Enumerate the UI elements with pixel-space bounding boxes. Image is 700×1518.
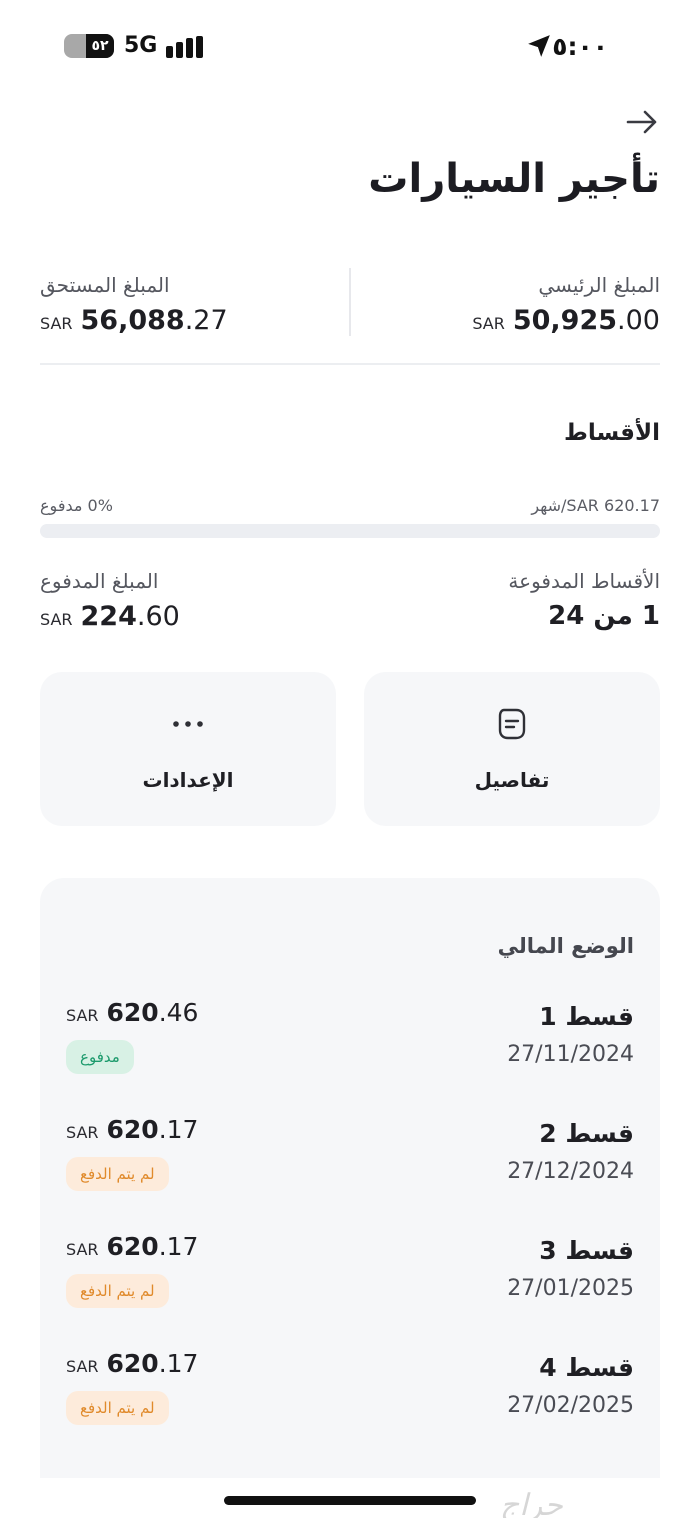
paid-installments-value: 1 من 24 xyxy=(548,601,660,631)
page-title: تأجير السيارات xyxy=(368,156,660,202)
location-arrow-icon xyxy=(528,35,550,57)
paid-installments-label: الأقساط المدفوعة xyxy=(508,569,660,593)
settings-label: الإعدادات xyxy=(142,768,234,792)
details-label: تفاصيل xyxy=(474,768,550,792)
paid-amount-label: المبلغ المدفوع xyxy=(40,569,159,593)
status-badge-unpaid: لم يتم الدفع xyxy=(66,1391,169,1425)
watermark-logo: حراج xyxy=(500,1488,563,1518)
principal-amount-label: المبلغ الرئيسي xyxy=(538,273,660,297)
currency-label: SAR xyxy=(66,1123,99,1142)
status-time: ٥:٠٠ xyxy=(552,32,608,61)
back-arrow-icon[interactable] xyxy=(624,104,660,140)
financial-status-panel: الوضع المالي قسط 1 27/11/2024 SAR 620.46 … xyxy=(40,878,660,1478)
battery-icon: ٥٢ xyxy=(64,34,114,58)
section-divider xyxy=(40,363,660,365)
settings-button[interactable]: الإعدادات xyxy=(40,672,336,826)
currency-label: SAR xyxy=(66,1240,99,1259)
status-bar: ٥٢ 5G ٥:٠٠ xyxy=(0,0,700,95)
progress-bar xyxy=(40,524,660,538)
status-badge-unpaid: لم يتم الدفع xyxy=(66,1274,169,1308)
installment-name: قسط 4 xyxy=(539,1353,634,1382)
installment-date: 27/12/2024 xyxy=(507,1159,634,1184)
currency-label: SAR xyxy=(66,1357,99,1376)
home-indicator xyxy=(224,1496,476,1505)
due-amount-label: المبلغ المستحق xyxy=(40,273,170,297)
installment-row[interactable]: قسط 4 27/02/2025 SAR 620.17 لم يتم الدفع xyxy=(40,1349,660,1463)
currency-label: SAR xyxy=(66,1006,99,1025)
installment-amount: SAR 620.17 xyxy=(66,1115,199,1144)
status-badge-paid: مدفوع xyxy=(66,1040,134,1074)
currency-label: SAR xyxy=(472,314,505,333)
installment-row[interactable]: قسط 3 27/01/2025 SAR 620.17 لم يتم الدفع xyxy=(40,1232,660,1346)
currency-label: SAR xyxy=(40,314,73,333)
installment-name: قسط 3 xyxy=(539,1236,634,1265)
installment-amount: SAR 620.17 xyxy=(66,1232,199,1261)
principal-amount-value: SAR 50,925.00 xyxy=(472,305,660,336)
status-badge-unpaid: لم يتم الدفع xyxy=(66,1157,169,1191)
amount-divider xyxy=(349,268,351,336)
installment-name: قسط 2 xyxy=(539,1119,634,1148)
battery-level: ٥٢ xyxy=(86,34,114,58)
installment-name: قسط 1 xyxy=(539,1002,634,1031)
network-type: 5G xyxy=(124,33,158,58)
installments-title: الأقساط xyxy=(564,420,660,446)
more-dots-icon xyxy=(173,721,203,727)
installment-amount: SAR 620.17 xyxy=(66,1349,199,1378)
installment-amount: SAR 620.46 xyxy=(66,998,199,1027)
installment-date: 27/01/2025 xyxy=(507,1276,634,1301)
details-button[interactable]: تفاصيل xyxy=(364,672,660,826)
currency-label: SAR xyxy=(40,610,73,629)
signal-icon xyxy=(166,36,206,58)
installment-row[interactable]: قسط 2 27/12/2024 SAR 620.17 لم يتم الدفع xyxy=(40,1115,660,1229)
paid-amount-value: SAR 224.60 xyxy=(40,601,180,632)
financial-status-title: الوضع المالي xyxy=(497,934,634,958)
installment-date: 27/11/2024 xyxy=(507,1042,634,1067)
progress-percent: 0% مدفوع xyxy=(40,496,113,515)
monthly-amount: SAR 620.17/شهر xyxy=(531,496,660,515)
installment-row[interactable]: قسط 1 27/11/2024 SAR 620.46 مدفوع xyxy=(40,998,660,1112)
installment-date: 27/02/2025 xyxy=(507,1393,634,1418)
document-icon xyxy=(498,708,526,740)
due-amount-value: SAR 56,088.27 xyxy=(40,305,228,336)
